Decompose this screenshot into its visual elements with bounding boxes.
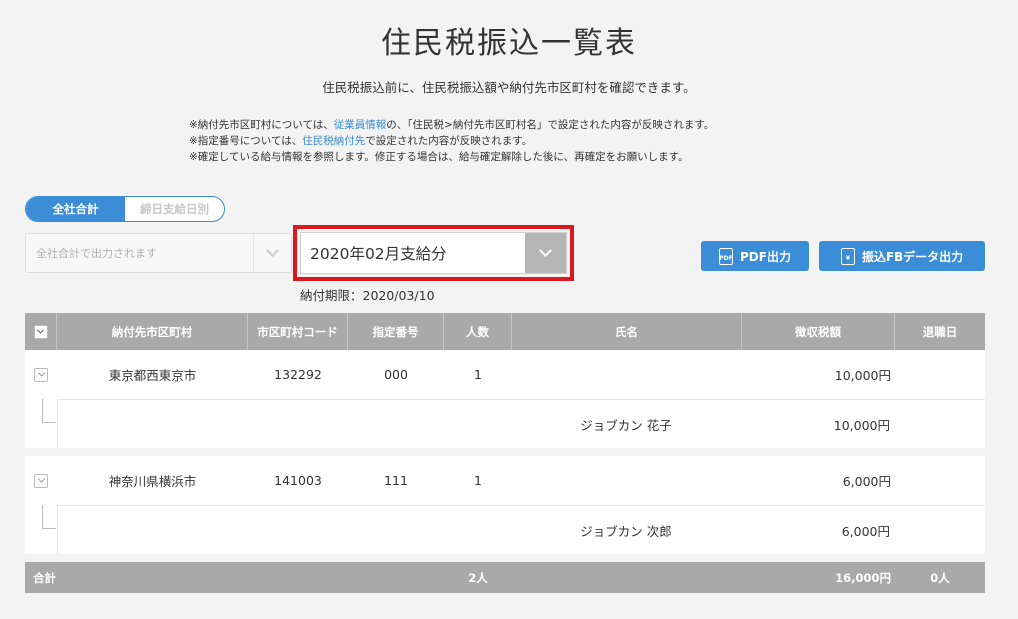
cell-retire	[895, 456, 985, 505]
cell-count: 1	[474, 367, 482, 382]
cell-designation: 000	[384, 367, 408, 382]
cell-code: 141003	[274, 473, 322, 488]
header-name: 氏名	[512, 313, 742, 350]
chevron-down-icon	[37, 475, 45, 483]
header-code: 市区町村コード	[248, 313, 348, 350]
table-footer: 合計 2人 16,000円 0人	[25, 562, 985, 593]
header-tax: 徴収税額	[742, 313, 895, 350]
tree-connector	[42, 399, 56, 423]
aggregation-toggle: 全社合計 締日支給日別	[25, 196, 225, 222]
cell-employee-tax: 6,000円	[841, 523, 890, 539]
payment-deadline: 納付期限：2020/03/10	[300, 288, 435, 303]
yen-file-icon: ¥	[840, 247, 855, 265]
pdf-export-label: PDF出力	[740, 249, 791, 264]
cell-designation: 111	[384, 473, 408, 488]
page-subtitle: 住民税振込前に、住民税振込額や納付先市区町村を確認できます。	[322, 80, 696, 95]
footer-spacer	[512, 562, 742, 593]
fb-data-export-label: 振込FBデータ出力	[861, 249, 964, 264]
toggle-by-cutoff-date[interactable]: 締日支給日別	[125, 197, 224, 221]
footer-label: 合計	[33, 570, 56, 585]
note-text: の、「住民税>納付先市区町村名」で設定された内容が反映されます。	[386, 119, 715, 131]
cell-tax: 10,000円	[834, 368, 891, 383]
cell-name	[512, 456, 742, 505]
cutoff-select[interactable]: 全社合計で出力されます	[25, 233, 292, 273]
cell-retire	[895, 350, 985, 399]
cell-employee-name: ジョブカン 次郎	[580, 523, 672, 539]
header-checkbox-cell	[25, 313, 57, 350]
header-municipality: 納付先市区町村	[57, 313, 248, 350]
employee-info-link[interactable]: 従業員情報	[334, 119, 387, 131]
table-row: 東京都西東京市 132292 000 1 10,000円	[25, 350, 985, 399]
page-title: 住民税振込一覧表	[381, 26, 637, 61]
employee-row: ジョブカン 花子 10,000円	[25, 399, 985, 448]
resident-tax-table: 納付先市区町村 市区町村コード 指定番号 人数 氏名 徴収税額 退職日 東京都西…	[25, 313, 985, 593]
pdf-file-icon: PDF	[719, 247, 734, 265]
employee-row: ジョブカン 次郎 6,000円	[25, 505, 985, 554]
resident-tax-payee-link[interactable]: 住民税納付先	[302, 135, 365, 147]
expand-all-checkbox[interactable]	[33, 324, 48, 339]
footer-tax: 16,000円	[835, 570, 891, 585]
footer-count: 2人	[468, 570, 488, 585]
notes: ※納付先市区町村については、従業員情報の、「住民税>納付先市区町村名」で設定され…	[189, 117, 714, 165]
footer-retire: 0人	[930, 570, 950, 585]
employee-row-inner: ジョブカン 花子 10,000円	[57, 399, 985, 448]
footer-spacer	[248, 562, 444, 593]
chevron-down-icon	[253, 234, 291, 272]
payment-month-value: 2020年02月支給分	[310, 245, 447, 263]
table-row: 神奈川県横浜市 141003 111 1 6,000円	[25, 456, 985, 505]
cell-employee-tax: 10,000円	[833, 417, 890, 433]
fb-data-export-button[interactable]: ¥ 振込FBデータ出力	[819, 241, 985, 271]
group-gap	[25, 448, 985, 456]
table-header: 納付先市区町村 市区町村コード 指定番号 人数 氏名 徴収税額 退職日	[25, 313, 985, 350]
note-line-2: ※指定番号については、住民税納付先で設定された内容が反映されます。	[189, 133, 714, 149]
table-group: 神奈川県横浜市 141003 111 1 6,000円 ジョブカン 次郎 6,0…	[25, 456, 985, 554]
employee-row-inner: ジョブカン 次郎 6,000円	[57, 505, 985, 554]
chevron-down-icon[interactable]	[525, 233, 566, 273]
pdf-export-button[interactable]: PDF PDF出力	[701, 241, 809, 271]
cutoff-select-placeholder: 全社合計で出力されます	[36, 247, 157, 260]
note-line-1: ※納付先市区町村については、従業員情報の、「住民税>納付先市区町村名」で設定され…	[189, 117, 714, 133]
cell-municipality: 東京都西東京市	[108, 368, 197, 383]
cell-count: 1	[474, 473, 482, 488]
note-text: で設定された内容が反映されます。	[365, 135, 533, 147]
row-expand-toggle[interactable]	[34, 367, 48, 382]
cell-tax: 6,000円	[842, 474, 891, 489]
row-toggle-cell	[25, 456, 57, 505]
header-designation: 指定番号	[348, 313, 444, 350]
note-line-3: ※確定している給与情報を参照します。修正する場合は、給与確定解除した後に、再確定…	[189, 151, 689, 163]
chevron-down-icon	[37, 369, 45, 377]
cell-employee-name: ジョブカン 花子	[580, 417, 672, 433]
note-text: ※指定番号については、	[189, 135, 303, 147]
row-expand-toggle[interactable]	[34, 473, 48, 488]
note-text: ※納付先市区町村については、	[189, 119, 334, 131]
row-toggle-cell	[25, 350, 57, 399]
toggle-company-total[interactable]: 全社合計	[26, 197, 125, 221]
table-group: 東京都西東京市 132292 000 1 10,000円 ジョブカン 花子 10…	[25, 350, 985, 448]
cell-municipality: 神奈川県横浜市	[108, 474, 197, 489]
tree-connector	[42, 505, 56, 529]
cell-code: 132292	[274, 367, 322, 382]
header-count: 人数	[444, 313, 512, 350]
payment-month-select[interactable]: 2020年02月支給分	[300, 232, 567, 274]
header-retire-date: 退職日	[922, 324, 958, 339]
cell-name	[512, 350, 742, 399]
chevron-down-icon	[36, 326, 45, 334]
